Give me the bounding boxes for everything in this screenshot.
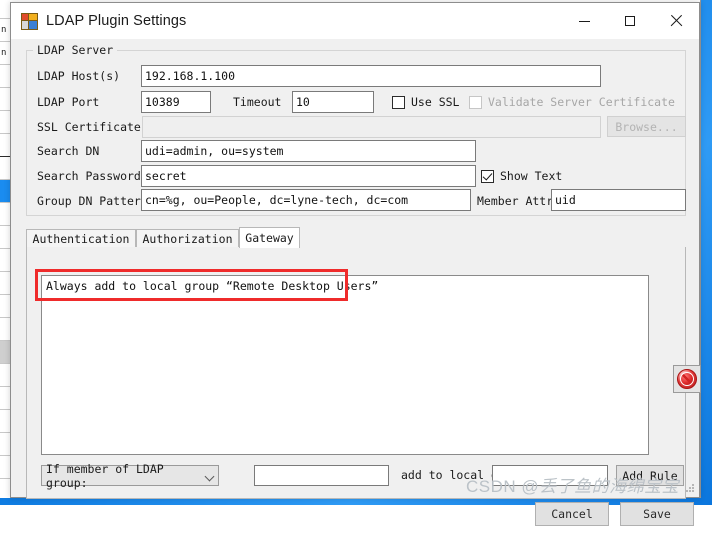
- show-text-checkbox[interactable]: Show Text: [481, 169, 562, 183]
- maximize-icon: [625, 16, 635, 26]
- search-dn-label: Search DN: [37, 144, 100, 158]
- search-password-label: Search Password: [37, 169, 141, 183]
- ldap-host-input[interactable]: 192.168.1.100: [141, 65, 601, 87]
- checkbox-icon: [469, 95, 482, 109]
- list-item[interactable]: Always add to local group “Remote Deskto…: [42, 276, 648, 296]
- window-controls: [561, 3, 699, 39]
- tab-gateway[interactable]: Gateway: [239, 227, 300, 248]
- show-text-label: Show Text: [500, 169, 563, 183]
- window-title: LDAP Plugin Settings: [46, 13, 187, 29]
- cell-text: n: [1, 48, 7, 58]
- ldap-group-condition-select[interactable]: If member of LDAP group:: [41, 462, 219, 490]
- no-entry-icon: [677, 369, 697, 389]
- checkbox-icon: [392, 95, 405, 109]
- close-icon: [670, 15, 682, 27]
- app-window-icon: [21, 13, 38, 30]
- close-button[interactable]: [653, 3, 699, 39]
- checkbox-checked-icon: [481, 169, 494, 183]
- timeout-label: Timeout: [233, 95, 282, 109]
- tab-authentication[interactable]: Authentication: [26, 229, 136, 247]
- group-dn-pattern-input[interactable]: cn=%g, ou=People, dc=lyne-tech, dc=com: [141, 189, 471, 211]
- group-dn-pattern-label: Group DN Pattern: [37, 194, 148, 208]
- gateway-rules-list[interactable]: Always add to local group “Remote Deskto…: [41, 275, 649, 455]
- ldap-port-label: LDAP Port: [37, 95, 100, 109]
- minimize-icon: [578, 20, 590, 22]
- search-password-input[interactable]: secret: [141, 165, 476, 187]
- ssl-certificate-file-input[interactable]: [142, 116, 601, 138]
- maximize-button[interactable]: [607, 3, 653, 39]
- delete-rule-button[interactable]: [673, 365, 701, 393]
- dialog-body: LDAP Server LDAP Host(s) 192.168.1.100 L…: [11, 39, 701, 526]
- ldap-server-legend: LDAP Server: [33, 43, 118, 57]
- save-button[interactable]: Save: [620, 502, 694, 526]
- ldap-group-condition-value: If member of LDAP group:: [46, 461, 164, 490]
- title-bar[interactable]: LDAP Plugin Settings: [11, 3, 699, 40]
- ldap-host-label: LDAP Host(s): [37, 69, 121, 83]
- tab-authorization[interactable]: Authorization: [136, 229, 239, 247]
- rule-builder-row: If member of LDAP group: add to local gr…: [41, 462, 684, 490]
- ssl-certificate-file-label: SSL Certificate F: [37, 120, 155, 134]
- validate-server-certificate-label: Validate Server Certificate: [488, 95, 675, 109]
- ldap-group-input[interactable]: [254, 465, 389, 486]
- add-rule-button[interactable]: Add Rule: [616, 465, 684, 486]
- ldap-plugin-settings-dialog[interactable]: LDAP Plugin Settings LDAP Server LDAP Ho…: [10, 2, 701, 526]
- timeout-input[interactable]: 10: [292, 91, 374, 113]
- chevron-down-icon: [206, 472, 214, 480]
- browse-button[interactable]: Browse...: [607, 116, 686, 137]
- ldap-port-input[interactable]: 10389: [141, 91, 211, 113]
- use-ssl-label: Use SSL: [411, 95, 460, 109]
- validate-server-certificate-checkbox: Validate Server Certificate: [469, 95, 675, 109]
- member-attribute-input[interactable]: uid: [551, 189, 686, 211]
- minimize-button[interactable]: [561, 3, 607, 39]
- cancel-button[interactable]: Cancel: [535, 502, 609, 526]
- gateway-tab-panel: Always add to local group “Remote Deskto…: [26, 247, 701, 499]
- tab-strip: Authentication Authorization Gateway: [26, 227, 686, 248]
- search-dn-input[interactable]: udi=admin, ou=system: [141, 140, 476, 162]
- cell-text: n: [1, 25, 7, 35]
- use-ssl-checkbox[interactable]: Use SSL: [392, 95, 459, 109]
- resize-grip[interactable]: [685, 484, 695, 494]
- dialog-footer: Cancel Save: [11, 502, 701, 535]
- local-group-input[interactable]: [492, 465, 608, 486]
